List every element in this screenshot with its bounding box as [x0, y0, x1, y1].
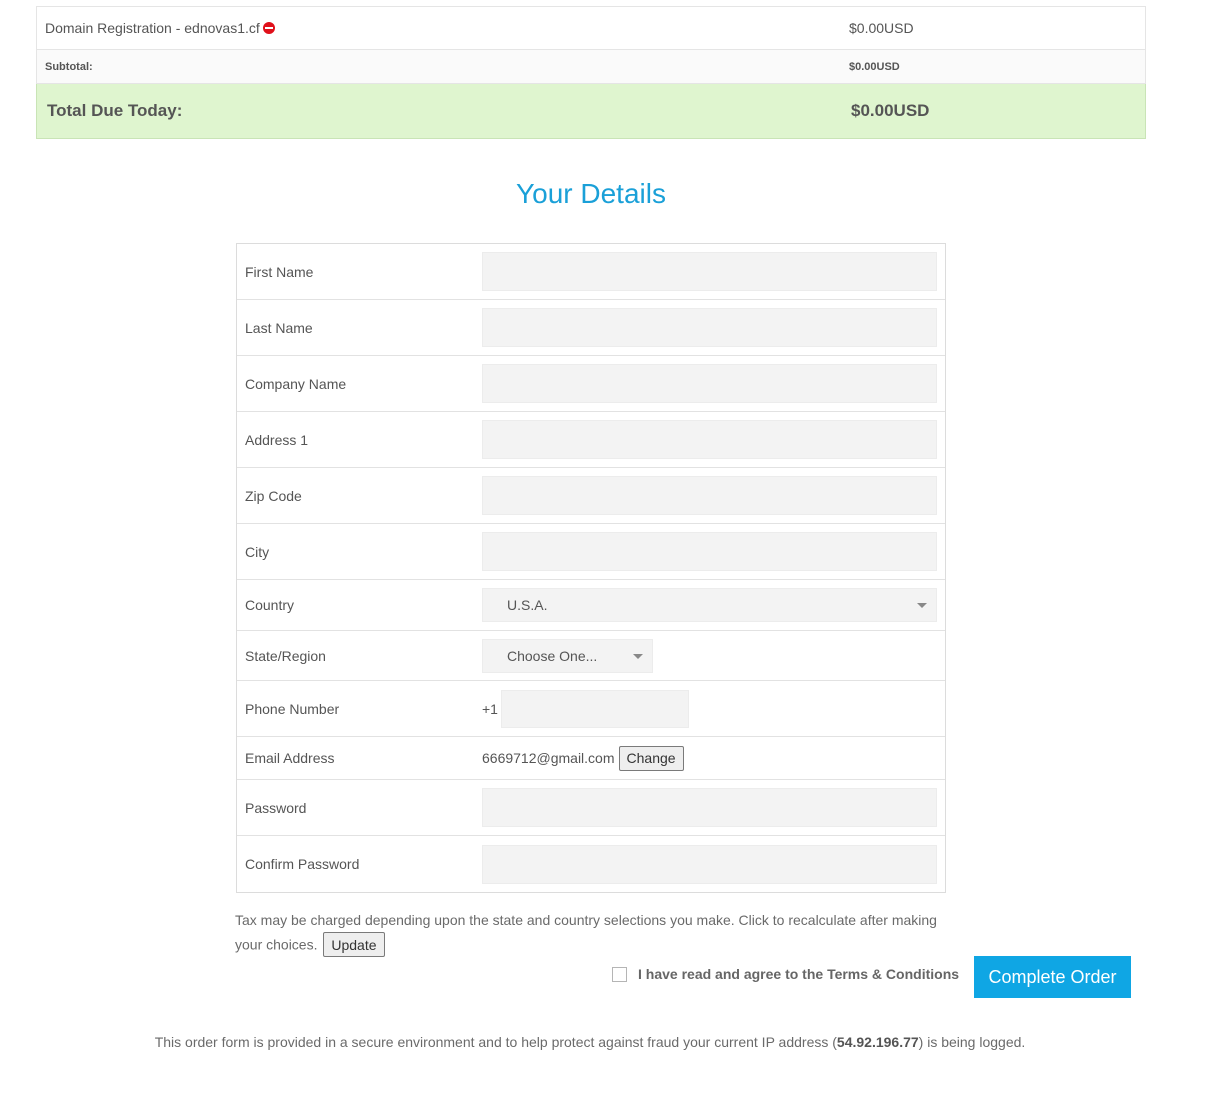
terms-link[interactable]: Terms & Conditions — [827, 966, 959, 982]
summary-item-row: Domain Registration - ednovas1.cf $0.00U… — [36, 6, 1146, 50]
subtotal-label: Subtotal: — [45, 60, 93, 73]
tax-note: Tax may be charged depending upon the st… — [235, 909, 955, 957]
security-note-after: ) is being logged. — [918, 1034, 1026, 1050]
state-value: Choose One... — [507, 647, 598, 664]
item-label: Domain Registration - ednovas1.cf — [45, 20, 260, 36]
item-price: $0.00USD — [849, 20, 914, 36]
confirm-password-label: Confirm Password — [245, 856, 360, 872]
total-row: Total Due Today: $0.00USD — [36, 84, 1146, 139]
change-email-button[interactable]: Change — [618, 745, 684, 771]
ip-address: 54.92.196.77 — [836, 1034, 919, 1050]
total-label: Total Due Today: — [47, 101, 183, 120]
section-title: Your Details — [516, 178, 666, 209]
row-last-name: Last Name — [237, 300, 945, 356]
row-confirm-password: Confirm Password — [237, 836, 945, 892]
terms-prefix: I have read and agree to the — [638, 966, 828, 982]
first-name-input[interactable] — [482, 252, 937, 291]
email-label: Email Address — [245, 750, 335, 766]
company-name-label: Company Name — [245, 375, 347, 392]
terms-checkbox[interactable] — [612, 966, 627, 982]
city-label: City — [245, 543, 270, 560]
row-country: Country U.S.A. — [237, 580, 945, 631]
update-button[interactable]: Update — [323, 932, 385, 957]
remove-icon[interactable] — [262, 22, 275, 34]
details-form: First Name Last Name Company Name Addres… — [236, 243, 946, 893]
row-address1: Address 1 — [237, 412, 945, 468]
password-label: Password — [245, 799, 307, 816]
zip-label: Zip Code — [245, 487, 302, 504]
phone-country-code: +1 — [482, 700, 498, 717]
row-zip: Zip Code — [237, 468, 945, 524]
terms-agreement: I have read and agree to the Terms & Con… — [612, 966, 959, 982]
address1-label: Address 1 — [245, 431, 309, 448]
phone-label: Phone Number — [245, 700, 340, 717]
order-summary: Domain Registration - ednovas1.cf $0.00U… — [36, 0, 1146, 139]
row-password: Password — [237, 780, 945, 836]
subtotal-row: Subtotal: $0.00USD — [36, 50, 1146, 84]
zip-input[interactable] — [482, 476, 937, 515]
row-phone: Phone Number +1 — [237, 681, 945, 737]
last-name-label: Last Name — [245, 319, 313, 336]
security-note-before: This order form is provided in a secure … — [154, 1034, 837, 1050]
password-input[interactable] — [482, 788, 937, 827]
chevron-down-icon — [917, 603, 927, 608]
row-company-name: Company Name — [237, 356, 945, 412]
security-note: This order form is provided in a secure … — [0, 1034, 1180, 1050]
state-label: State/Region — [245, 647, 326, 664]
subtotal-value: $0.00USD — [849, 60, 900, 73]
complete-order-button[interactable]: Complete Order — [974, 956, 1131, 998]
country-value: U.S.A. — [507, 597, 548, 613]
company-name-input[interactable] — [482, 364, 937, 403]
last-name-input[interactable] — [482, 308, 937, 347]
total-value: $0.00USD — [851, 101, 930, 120]
row-city: City — [237, 524, 945, 580]
row-first-name: First Name — [237, 244, 945, 300]
city-input[interactable] — [482, 532, 937, 571]
address1-input[interactable] — [482, 420, 937, 459]
state-select[interactable]: Choose One... — [482, 638, 653, 673]
first-name-label: First Name — [245, 263, 314, 280]
row-state: State/Region Choose One... — [237, 631, 945, 681]
row-email: Email Address 6669712@gmail.com Change — [237, 737, 945, 780]
email-value: 6669712@gmail.com — [482, 750, 615, 766]
country-label: Country — [245, 597, 295, 613]
country-select[interactable]: U.S.A. — [482, 588, 937, 622]
phone-input[interactable] — [501, 689, 689, 728]
confirm-password-input[interactable] — [482, 844, 937, 884]
chevron-down-icon — [633, 653, 643, 659]
